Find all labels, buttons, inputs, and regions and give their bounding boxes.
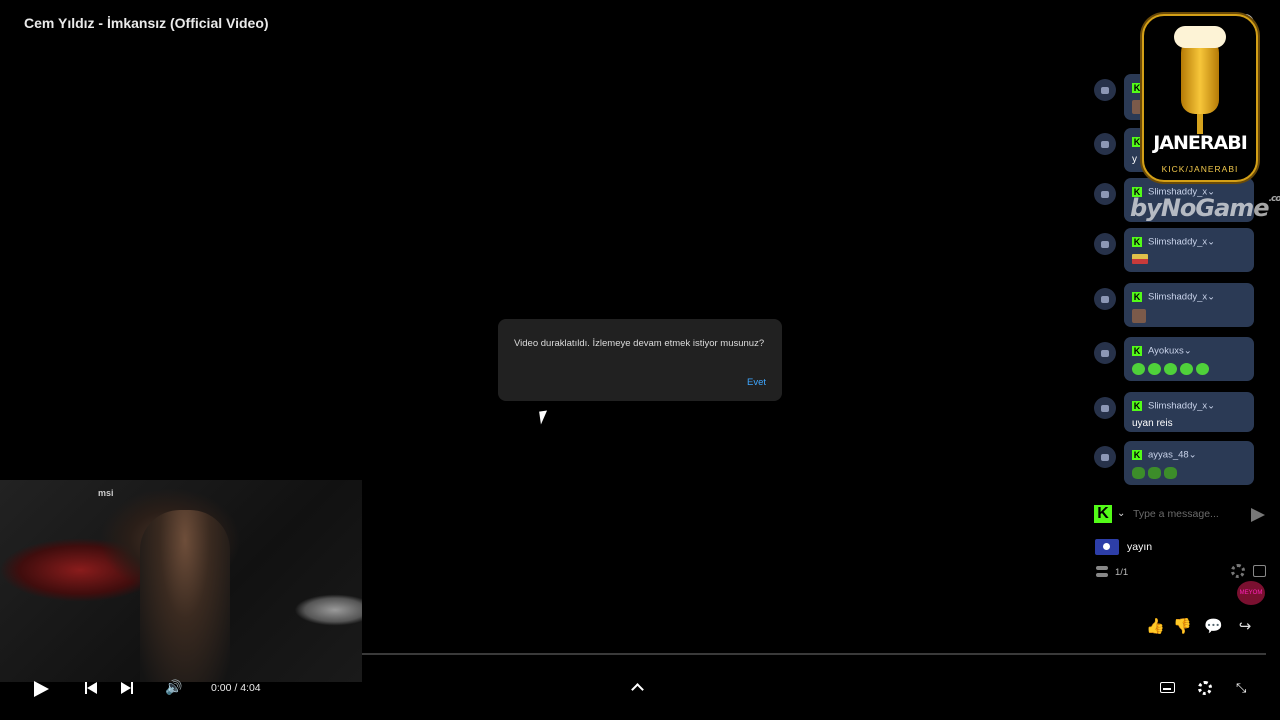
chat-bubble: K Slimshaddy_x⌄ [1124,228,1254,272]
confirm-button[interactable]: Evet [747,377,766,388]
chat-avatar[interactable] [1094,288,1116,310]
dislike-icon[interactable]: 👎 [1173,617,1192,635]
like-icon[interactable]: 👍 [1146,617,1165,635]
pause-dialog: Video duraklatıldı. İzlemeye devam etmek… [498,319,782,401]
previous-icon[interactable] [85,682,97,694]
emote-icon [1132,363,1145,375]
kick-icon: K [1132,345,1142,356]
emote-icon [1196,363,1209,375]
comment-icon[interactable]: 💬 [1204,617,1223,635]
settings-icon[interactable] [1198,681,1212,695]
video-title[interactable]: Cem Yıldız - İmkansız (Official Video) [24,15,269,31]
chat-avatar[interactable] [1094,446,1116,468]
chat-avatar[interactable] [1094,397,1116,419]
chat-bubble: K Ayokuxs⌄ [1124,337,1254,381]
chat-avatar[interactable] [1094,133,1116,155]
emote-icon [1180,363,1193,375]
chat-avatar[interactable] [1094,183,1116,205]
chevron-down-icon[interactable]: ⌄ [1189,449,1197,460]
webcam-person [140,510,230,682]
pinned-badge-icon [1095,539,1119,555]
chat-text: uyan reis [1132,418,1173,429]
chat-bubble: K Slimshaddy_x⌄ uyan reis [1124,392,1254,432]
watermark-suffix: .com [1268,194,1280,204]
chat-bubble: Kayyas_48⌄ [1124,441,1254,485]
send-icon[interactable] [1251,508,1265,522]
kick-icon: K [1132,136,1142,147]
webcam-feed: msi [0,480,362,682]
gear-icon[interactable] [1231,564,1245,578]
emote-icon [1148,363,1161,375]
logo-subtitle: KICK/JANERABI [1161,164,1239,174]
kick-icon: K [1132,236,1142,247]
play-icon[interactable] [34,681,49,697]
chat-username[interactable]: Ayokuxs [1148,345,1184,356]
kick-icon: K [1132,291,1142,302]
chat-username[interactable]: Slimshaddy_x [1148,291,1207,302]
progress-bar[interactable] [362,653,1266,655]
emote-icon [1148,467,1161,479]
subtitles-icon[interactable] [1160,682,1175,693]
volume-icon[interactable]: 🔊 [165,680,182,696]
chevron-up-icon[interactable] [631,683,644,696]
time-display: 0:00 / 4:04 [211,682,261,694]
beer-foam-icon [1174,26,1226,48]
message-input[interactable] [1133,505,1243,523]
exit-icon[interactable] [1253,565,1266,577]
watermark-text: byNoGame [1130,194,1270,222]
streamer-logo: JANERABI KICK/JANERABI [1142,14,1258,182]
kick-icon: K [1132,449,1142,460]
exit-fullscreen-icon[interactable]: ⤡ [1236,681,1246,696]
chat-avatar[interactable] [1094,79,1116,101]
chat-username[interactable]: Slimshaddy_x [1148,400,1207,411]
chevron-down-icon[interactable]: ⌄ [1184,345,1192,356]
next-icon[interactable] [121,682,133,694]
emote-icon [1132,467,1145,479]
mic-stand [1197,114,1203,134]
toggle-icon[interactable] [1096,566,1108,578]
chat-username[interactable]: Slimshaddy_x [1148,236,1207,247]
kick-logo-icon[interactable]: K [1094,505,1112,523]
watermark: byNoGame.com [1130,194,1280,222]
chevron-down-icon[interactable]: ⌄ [1207,236,1215,247]
emote-icon [1164,363,1177,375]
chat-avatar[interactable] [1094,233,1116,255]
chat-username[interactable]: ayyas_48 [1148,449,1189,460]
pinned-label[interactable]: yayın [1127,541,1152,553]
kick-icon: K [1132,82,1142,93]
channel-badge[interactable]: MEYOM [1237,581,1265,605]
chevron-down-icon[interactable]: ⌄ [1117,508,1125,519]
mouse-cursor-icon [539,410,549,425]
logo-name: JANERABI [1153,132,1248,154]
emote-icon [1132,254,1148,265]
chat-avatar[interactable] [1094,342,1116,364]
kick-icon: K [1132,400,1142,411]
dialog-message: Video duraklatıldı. İzlemeye devam etmek… [514,338,765,349]
chevron-down-icon[interactable]: ⌄ [1207,400,1215,411]
share-icon[interactable]: ↪ [1236,617,1254,635]
page-count: 1/1 [1115,567,1129,578]
emote-icon [1132,309,1146,323]
webcam-brand: msi [98,488,114,498]
chevron-down-icon[interactable]: ⌄ [1207,291,1215,302]
emote-icon [1164,467,1177,479]
chat-bubble: K Slimshaddy_x⌄ [1124,283,1254,327]
